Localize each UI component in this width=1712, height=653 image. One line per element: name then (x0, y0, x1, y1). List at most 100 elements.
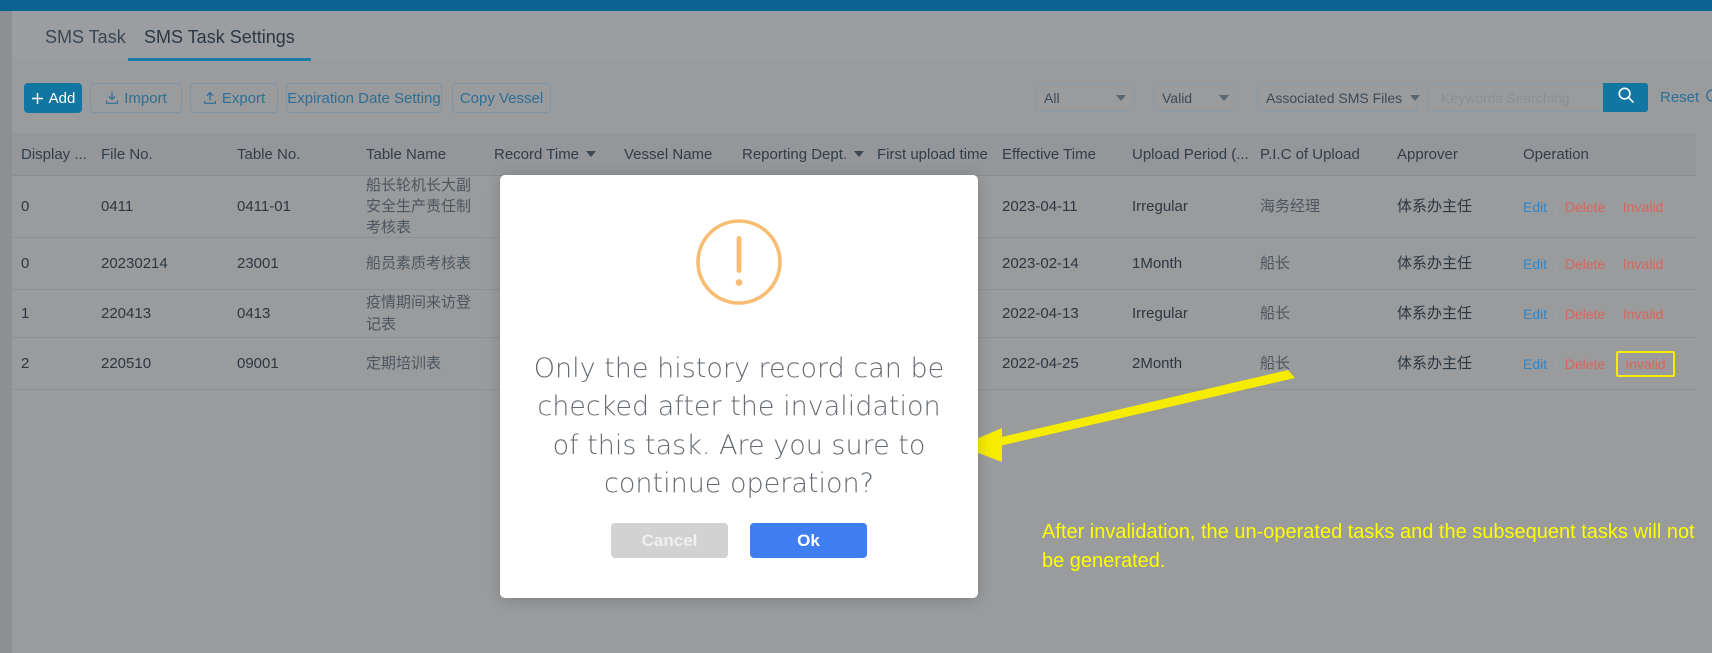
edit-link[interactable]: Edit (1516, 356, 1554, 372)
cell-operation: Edit | Delete | Invalid (1516, 176, 1670, 237)
cell-table-no: 0411-01 (237, 197, 291, 215)
add-button[interactable]: Add (24, 83, 82, 113)
column-header-table-no-label: Table No. (237, 145, 301, 163)
tab-sms-task-label: SMS Task (45, 27, 126, 47)
delete-link[interactable]: Delete (1558, 306, 1612, 322)
cell-table-name: 疫情期间来访登记表 (366, 294, 472, 333)
search-button[interactable] (1603, 83, 1648, 112)
column-header-effective-time[interactable]: Effective Time (1002, 133, 1096, 175)
filter-scope-select[interactable]: All (1035, 83, 1135, 112)
chevron-down-icon (1410, 94, 1421, 101)
cell-approver: 体系办主任 (1397, 197, 1473, 215)
cell-operation: Edit | Delete | Invalid (1516, 238, 1670, 289)
cell-effective-time: 2022-04-13 (1002, 304, 1079, 322)
cell-upload-period: 2Month (1132, 354, 1183, 372)
tab-sms-task[interactable]: SMS Task (45, 27, 126, 61)
column-header-upload-period[interactable]: Upload Period (... (1132, 133, 1249, 175)
column-header-reporting-dept[interactable]: Reporting Dept. (742, 133, 865, 175)
delete-link[interactable]: Delete (1558, 256, 1612, 272)
confirm-dialog-actions: Cancel Ok (500, 523, 978, 558)
add-button-label: Add (48, 89, 76, 107)
table-header-row: Display ... File No. Table No. Table Nam… (12, 133, 1696, 176)
edit-link[interactable]: Edit (1516, 199, 1554, 215)
edit-link[interactable]: Edit (1516, 306, 1554, 322)
cell-approver: 体系办主任 (1397, 304, 1473, 322)
column-header-pic-of-upload-label: P.I.C of Upload (1260, 145, 1360, 163)
delete-link[interactable]: Delete (1558, 199, 1612, 215)
toolbar: Add Import Export Expiration Date Settin… (12, 61, 1712, 133)
cancel-button[interactable]: Cancel (611, 523, 728, 558)
cell-pic-of-upload: 船长 (1260, 254, 1291, 272)
column-header-record-time[interactable]: Record Time (494, 133, 597, 175)
confirm-dialog-message: Only the history record can be checked a… (533, 353, 945, 499)
invalid-link[interactable]: Invalid (1616, 256, 1670, 272)
column-header-approver[interactable]: Approver (1397, 133, 1458, 175)
filter-status-select[interactable]: Valid (1153, 83, 1238, 112)
app-top-bar (0, 0, 1712, 11)
cell-file-no: 20230214 (101, 254, 168, 272)
search-field-wrap[interactable] (1428, 83, 1603, 112)
confirm-dialog: Only the history record can be checked a… (500, 175, 978, 598)
invalid-link-highlighted[interactable]: Invalid (1616, 350, 1675, 377)
column-header-table-name[interactable]: Table Name (366, 133, 446, 175)
cell-approver: 体系办主任 (1397, 254, 1473, 272)
column-header-first-upload-time-label: First upload time (877, 145, 988, 163)
column-header-operation[interactable]: Operation (1523, 133, 1589, 175)
cell-file-no: 220413 (101, 304, 152, 322)
column-header-vessel-name[interactable]: Vessel Name (624, 133, 712, 175)
tab-bar: SMS Task SMS Task Settings (12, 11, 1712, 61)
filter-files-select[interactable]: Associated SMS Files (1257, 83, 1421, 112)
edit-link[interactable]: Edit (1516, 256, 1554, 272)
plus-icon (31, 92, 44, 105)
sort-caret-icon[interactable] (854, 151, 865, 157)
column-header-record-time-label: Record Time (494, 145, 580, 163)
tab-sms-task-settings[interactable]: SMS Task Settings (128, 27, 311, 61)
filter-files-value: Associated SMS Files (1266, 89, 1403, 106)
sort-caret-icon[interactable] (586, 151, 597, 157)
cell-table-no: 23001 (237, 254, 279, 272)
cell-file-no: 220510 (101, 354, 152, 372)
column-header-operation-label: Operation (1523, 145, 1589, 163)
column-header-table-name-label: Table Name (366, 145, 447, 163)
ok-button[interactable]: Ok (750, 523, 867, 558)
cell-table-no: 09001 (237, 354, 279, 372)
cell-display: 0 (21, 197, 30, 215)
warning-exclamation-circle-icon (694, 217, 784, 312)
expiration-date-setting-button[interactable]: Expiration Date Setting (286, 83, 442, 113)
cell-pic-of-upload: 船长 (1260, 354, 1291, 372)
column-header-file-no-label: File No. (101, 145, 153, 163)
column-header-table-no[interactable]: Table No. (237, 133, 300, 175)
cell-operation: Edit | Delete | Invalid (1516, 290, 1670, 337)
search-input[interactable] (1439, 88, 1593, 107)
column-header-display[interactable]: Display ... (21, 133, 87, 175)
chevron-down-icon (1116, 94, 1126, 101)
cell-table-no: 0413 (237, 304, 271, 322)
export-button[interactable]: Export (190, 83, 278, 113)
delete-link[interactable]: Delete (1558, 356, 1612, 372)
invalid-link[interactable]: Invalid (1616, 199, 1670, 215)
import-button[interactable]: Import (90, 83, 182, 113)
tab-sms-task-settings-label: SMS Task Settings (144, 27, 295, 47)
column-header-display-label: Display ... (21, 145, 87, 163)
filter-scope-value: All (1044, 89, 1060, 106)
cell-upload-period: Irregular (1132, 197, 1188, 215)
column-header-pic-of-upload[interactable]: P.I.C of Upload (1260, 133, 1360, 175)
left-rail (0, 11, 12, 653)
cell-table-name: 船员素质考核表 (366, 254, 472, 272)
cell-upload-period: Irregular (1132, 304, 1188, 322)
cell-effective-time: 2022-04-25 (1002, 354, 1079, 372)
copy-vessel-button[interactable]: Copy Vessel (452, 83, 551, 113)
column-header-first-upload-time[interactable]: First upload time (877, 133, 988, 175)
cell-upload-period: 1Month (1132, 254, 1183, 272)
cell-pic-of-upload: 船长 (1260, 304, 1291, 322)
invalid-link[interactable]: Invalid (1616, 306, 1670, 322)
cell-display: 1 (21, 304, 30, 322)
import-download-icon (105, 91, 119, 105)
cell-effective-time: 2023-04-11 (1002, 197, 1078, 215)
column-header-file-no[interactable]: File No. (101, 133, 153, 175)
cell-file-no: 0411 (101, 197, 134, 215)
reset-button[interactable]: Reset (1660, 83, 1712, 112)
reset-label: Reset (1660, 89, 1700, 106)
search-icon (1617, 86, 1635, 109)
import-button-label: Import (124, 89, 167, 107)
